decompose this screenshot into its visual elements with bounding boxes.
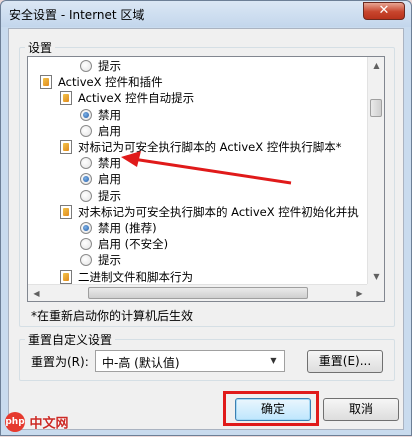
ok-highlight-annotation bbox=[223, 391, 319, 426]
radio-selected-icon[interactable] bbox=[80, 222, 92, 234]
tree-item-label: ActiveX 控件和插件 bbox=[58, 75, 163, 90]
restart-note: *在重新启动你的计算机后生效 bbox=[31, 309, 194, 323]
close-button[interactable]: ✕ bbox=[363, 2, 405, 20]
cancel-button[interactable]: 取消 bbox=[323, 398, 399, 421]
radio-unselected-icon[interactable] bbox=[80, 124, 92, 137]
setting-page-icon bbox=[60, 140, 72, 154]
vertical-scroll-thumb[interactable] bbox=[370, 99, 382, 117]
radio-selected-icon[interactable] bbox=[80, 173, 92, 186]
reset-to-label: 重置为(R): bbox=[31, 355, 89, 369]
vertical-scrollbar[interactable]: ▲ ▼ bbox=[367, 57, 384, 285]
settings-tree[interactable]: 提示 ActiveX 控件和插件 ActiveX 控件自动提示 禁用 启用 对标记为可安全… bbox=[27, 56, 385, 302]
tree-item-label: 启用 bbox=[98, 172, 121, 187]
horizontal-scrollbar[interactable]: ◀ ▶ bbox=[28, 284, 368, 301]
tree-item-label: 提示 bbox=[98, 253, 121, 268]
tree-item-label: 对未标记为可安全执行脚本的 ActiveX 控件初始化并执 bbox=[78, 204, 359, 219]
scrollbar-corner bbox=[367, 284, 384, 301]
radio-unselected-icon[interactable] bbox=[80, 157, 92, 170]
tree-item-label: 禁用 bbox=[98, 156, 121, 171]
tree-item-label: 启用 bbox=[98, 123, 121, 138]
settings-group-label: 设置 bbox=[25, 39, 56, 56]
scroll-down-icon[interactable]: ▼ bbox=[368, 268, 384, 285]
scroll-up-icon[interactable]: ▲ bbox=[368, 57, 384, 74]
setting-page-icon bbox=[60, 204, 72, 219]
reset-group-label: 重置自定义设置 bbox=[25, 331, 116, 348]
radio-unselected-icon[interactable] bbox=[80, 238, 92, 251]
setting-page-icon bbox=[60, 269, 72, 284]
php-logo-icon: php bbox=[5, 412, 25, 432]
tree-item-label: 对标记为可安全执行脚本的 ActiveX 控件执行脚本* bbox=[78, 140, 342, 154]
scroll-left-icon[interactable]: ◀ bbox=[28, 285, 45, 301]
tree-item-label: 禁用 bbox=[98, 107, 121, 122]
tree-item-label: 提示 bbox=[98, 188, 121, 203]
security-settings-window: 安全设置 - Internet 区域 ✕ 设置 提示 ActiveX 控件和插件 A… bbox=[0, 0, 412, 436]
tree-item-label: 提示 bbox=[98, 59, 121, 73]
radio-selected-icon[interactable] bbox=[80, 108, 92, 121]
radio-unselected-icon[interactable] bbox=[80, 254, 92, 267]
radio-unselected-icon[interactable] bbox=[80, 60, 92, 72]
reset-button[interactable]: 重置(E)... bbox=[307, 350, 383, 373]
horizontal-scroll-thumb[interactable] bbox=[88, 287, 308, 299]
tree-item-label: 启用 (不安全) bbox=[98, 237, 169, 252]
dropdown-arrow-icon[interactable]: ▼ bbox=[265, 353, 282, 369]
scroll-right-icon[interactable]: ▶ bbox=[351, 285, 368, 301]
security-level-select[interactable]: 中-高 (默认值) ▼ bbox=[95, 350, 285, 372]
tree-item-label: 二进制文件和脚本行为 bbox=[78, 269, 193, 284]
radio-unselected-icon[interactable] bbox=[80, 189, 92, 202]
tree-item-label: ActiveX 控件自动提示 bbox=[78, 91, 195, 106]
watermark: php 中文网 bbox=[5, 412, 69, 432]
setting-page-icon bbox=[60, 91, 72, 106]
window-title: 安全设置 - Internet 区域 bbox=[9, 8, 145, 22]
watermark-text: 中文网 bbox=[29, 416, 69, 432]
security-level-value: 中-高 (默认值) bbox=[102, 356, 180, 370]
title-bar[interactable]: 安全设置 - Internet 区域 ✕ bbox=[1, 1, 411, 27]
tree-item-label: 禁用 (推荐) bbox=[98, 221, 157, 235]
setting-page-icon bbox=[40, 75, 52, 90]
